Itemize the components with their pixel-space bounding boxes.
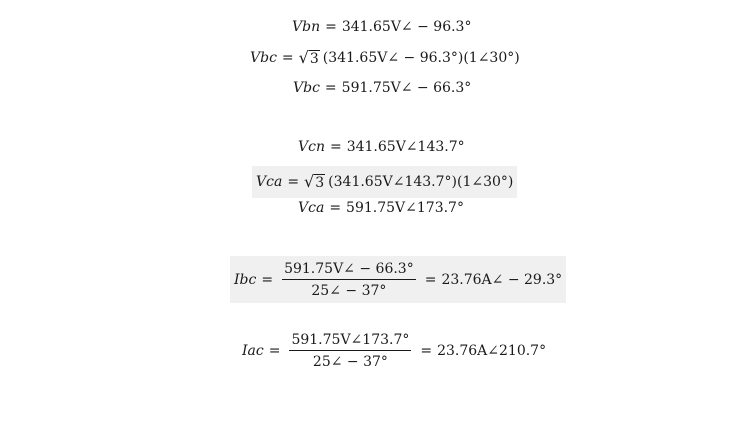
eq-result: 23.76A∠210.7°	[437, 343, 547, 359]
equation-vca: Vca = 591.75V∠173.7°	[298, 201, 464, 215]
eq-sign: =	[261, 271, 274, 288]
fraction: 591.75V∠ − 66.3° 25∠ − 37°	[282, 262, 416, 298]
eq-sign: =	[268, 343, 281, 359]
eq-sign: =	[324, 80, 337, 96]
eq-rhs: (341.65V∠ − 96.3°)(1∠30°)	[322, 50, 520, 66]
sqrt-symbol: √ 3	[298, 48, 320, 67]
eq-sign: =	[281, 50, 294, 66]
eq-sign: =	[329, 139, 342, 155]
eq-rhs: 341.65V∠ − 96.3°	[341, 19, 472, 35]
sqrt-symbol: √ 3	[304, 172, 326, 191]
equation-iac: Iac = 591.75V∠173.7° 25∠ − 37° = 23.76A∠…	[242, 331, 546, 371]
fraction: 591.75V∠173.7° 25∠ − 37°	[289, 333, 412, 370]
eq-sign: =	[325, 19, 337, 35]
eq-sign: =	[329, 200, 342, 216]
eq-lhs: Iac	[242, 343, 264, 359]
eq-sign-2: =	[424, 271, 437, 288]
eq-lhs: Vca	[256, 174, 283, 190]
eq-rhs: 591.75V∠ − 66.3°	[341, 80, 472, 96]
equation-ibc: Ibc = 591.75V∠ − 66.3° 25∠ − 37° = 23.76…	[230, 256, 567, 303]
sqrt-radicand: 3	[314, 174, 326, 191]
eq-rhs: (341.65V∠143.7°)(1∠30°)	[328, 174, 514, 190]
equation-vbc: Vbc = 591.75V∠ − 66.3°	[293, 81, 471, 95]
eq-lhs: Vca	[298, 200, 325, 216]
eq-result: 23.76A∠ − 29.3°	[441, 271, 563, 288]
eq-sign-2: =	[420, 343, 433, 359]
eq-lhs: Ibc	[234, 271, 257, 288]
equation-vbc-sqrt: Vbc = √ 3 (341.65V∠ − 96.3°)(1∠30°)	[250, 48, 520, 67]
sqrt-radicand: 3	[308, 50, 320, 67]
fraction-denominator: 25∠ − 37°	[311, 282, 387, 299]
equation-vca-sqrt: Vca = √ 3 (341.65V∠143.7°)(1∠30°)	[252, 166, 518, 198]
eq-sign: =	[287, 174, 300, 190]
eq-lhs: Vbc	[293, 80, 320, 96]
eq-lhs: Vbn	[292, 19, 321, 35]
eq-rhs: 341.65V∠143.7°	[346, 139, 465, 155]
equation-vbn: Vbn = 341.65V∠ − 96.3°	[292, 20, 471, 34]
eq-rhs: 591.75V∠173.7°	[346, 200, 464, 216]
fraction-numerator: 591.75V∠ − 66.3°	[282, 262, 416, 280]
eq-lhs: Vcn	[298, 139, 325, 155]
fraction-numerator: 591.75V∠173.7°	[289, 333, 412, 351]
eq-lhs: Vbc	[250, 50, 277, 66]
equation-vcn: Vcn = 341.65V∠143.7°	[298, 140, 465, 154]
fraction-denominator: 25∠ − 37°	[312, 354, 388, 370]
